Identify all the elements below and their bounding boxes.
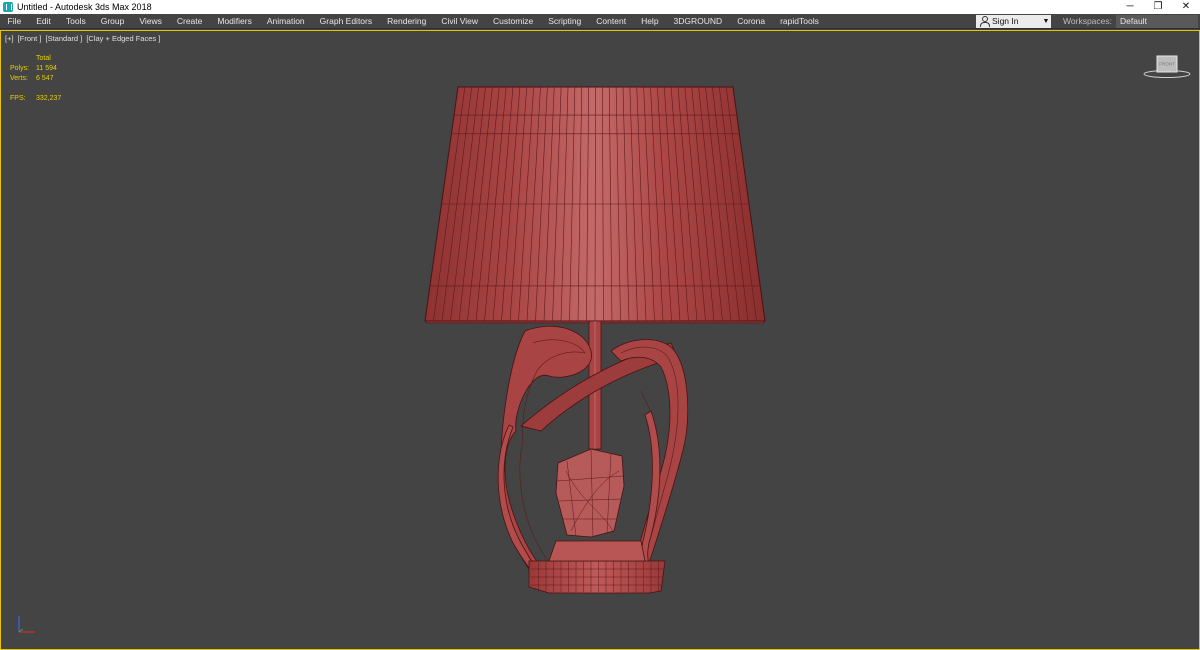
- lamp-model[interactable]: [1, 31, 1199, 649]
- menu-content[interactable]: Content: [589, 14, 634, 29]
- front-viewport[interactable]: [+] [Front ] [Standard ] [Clay + Edged F…: [0, 30, 1200, 650]
- restore-button[interactable]: ❐: [1144, 0, 1172, 14]
- menu-rendering[interactable]: Rendering: [380, 14, 434, 29]
- menu-group[interactable]: Group: [93, 14, 132, 29]
- lamp-shade[interactable]: [424, 86, 766, 324]
- menu-rapidtools[interactable]: rapidTools: [773, 14, 827, 29]
- menu-bar: File Edit Tools Group Views Create Modif…: [0, 14, 1200, 29]
- workspaces-select[interactable]: Default: [1116, 14, 1198, 28]
- menu-tools[interactable]: Tools: [58, 14, 93, 29]
- user-icon: [979, 16, 991, 27]
- menu-animation[interactable]: Animation: [259, 14, 312, 29]
- menu-file[interactable]: File: [0, 14, 29, 29]
- sign-in-dropdown[interactable]: Sign In ▼: [976, 14, 1052, 28]
- menu-create[interactable]: Create: [169, 14, 210, 29]
- lamp-stone-block[interactable]: [555, 448, 625, 538]
- menu-modifiers[interactable]: Modifiers: [210, 14, 259, 29]
- window-title: Untitled - Autodesk 3ds Max 2018: [17, 2, 152, 12]
- menu-3dground[interactable]: 3DGROUND: [666, 14, 730, 29]
- menu-scripting[interactable]: Scripting: [541, 14, 589, 29]
- menu-graph-editors[interactable]: Graph Editors: [312, 14, 379, 29]
- 3dsmax-app-icon: [3, 2, 13, 12]
- menu-customize[interactable]: Customize: [486, 14, 541, 29]
- menu-civil-view[interactable]: Civil View: [434, 14, 486, 29]
- menu-edit[interactable]: Edit: [29, 14, 59, 29]
- axis-tripod-icon: [18, 616, 35, 633]
- title-bar: Untitled - Autodesk 3ds Max 2018 ─ ❐ ✕: [0, 0, 1200, 14]
- minimize-button[interactable]: ─: [1116, 0, 1144, 14]
- close-button[interactable]: ✕: [1172, 0, 1200, 14]
- chevron-down-icon: ▼: [1042, 17, 1050, 25]
- menu-views[interactable]: Views: [132, 14, 170, 29]
- workspaces-label: Workspaces:: [1063, 16, 1112, 26]
- sign-in-label: Sign In: [992, 16, 1019, 26]
- menu-corona[interactable]: Corona: [730, 14, 773, 29]
- menu-help[interactable]: Help: [634, 14, 666, 29]
